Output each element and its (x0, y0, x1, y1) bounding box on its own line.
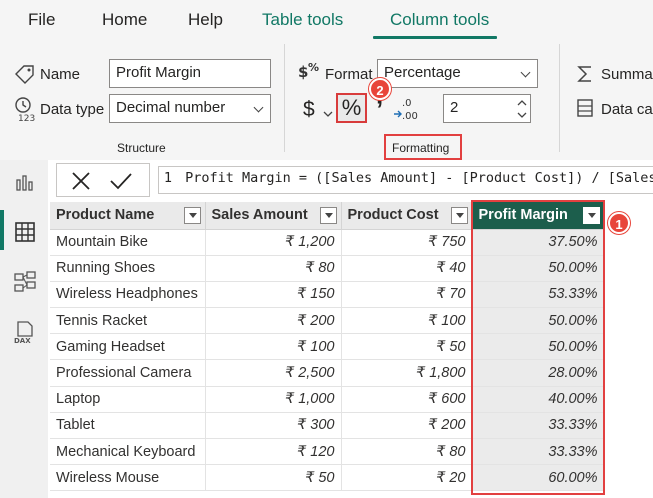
table-cell[interactable]: Gaming Headset (50, 333, 206, 361)
table-cell[interactable]: ₹ 200 (205, 307, 342, 335)
tab-home[interactable]: Home (102, 10, 147, 30)
name-label: Name (40, 66, 81, 83)
table-cell[interactable]: ₹ 80 (341, 438, 473, 466)
format-icon: $ % (298, 61, 319, 81)
active-view-indicator (0, 210, 4, 250)
column-highlight-box (471, 200, 605, 495)
formula-actions (56, 163, 150, 197)
filter-dropdown-icon[interactable] (183, 207, 201, 224)
filter-dropdown-icon[interactable] (319, 207, 337, 224)
decrease-decimal-icon[interactable]: .0 .00 (392, 95, 420, 123)
table-cell[interactable]: ₹ 80 (205, 255, 342, 282)
table-cell[interactable]: Laptop (50, 386, 206, 413)
data-category-icon (577, 99, 593, 117)
structure-group-label: Structure (117, 141, 166, 155)
table-cell[interactable]: ₹ 300 (205, 412, 342, 440)
chevron-down-icon[interactable] (323, 110, 333, 118)
percent-button[interactable]: % (336, 93, 367, 123)
summarization-label[interactable]: Summar (601, 66, 653, 83)
currency-button[interactable]: $ (303, 98, 315, 122)
tab-table-tools[interactable]: Table tools (262, 10, 343, 30)
commit-formula-icon[interactable] (109, 172, 133, 190)
svg-text:123: 123 (18, 114, 35, 122)
table-cell[interactable]: Wireless Mouse (50, 464, 206, 492)
svg-text:.0: .0 (402, 98, 412, 109)
data-type-select[interactable]: Decimal number (109, 94, 271, 123)
ribbon-separator (284, 44, 285, 152)
table-cell[interactable]: Wireless Headphones (50, 281, 206, 309)
data-type-label: Data type (40, 101, 105, 118)
table-cell[interactable]: ₹ 200 (341, 412, 473, 440)
table-cell[interactable]: Mechanical Keyboard (50, 438, 206, 466)
formula-line-number: 1 (163, 170, 173, 186)
column-header-sales-amount[interactable]: Sales Amount (205, 202, 342, 230)
table-cell[interactable]: ₹ 50 (205, 464, 342, 492)
table-cell[interactable]: ₹ 70 (341, 281, 473, 309)
svg-text:$: $ (298, 63, 308, 81)
column-header-product-name[interactable]: Product Name (50, 202, 206, 230)
ribbon-separator (559, 44, 560, 152)
svg-text:%: % (308, 61, 319, 74)
format-label: Format (325, 66, 373, 83)
table-cell[interactable]: ₹ 40 (341, 255, 473, 282)
table-cell[interactable]: ₹ 1,800 (341, 359, 473, 387)
tag-icon (15, 65, 34, 84)
annotation-badge-2: 2 (369, 78, 391, 100)
table-cell[interactable]: Professional Camera (50, 359, 206, 387)
table-cell[interactable]: Mountain Bike (50, 229, 206, 256)
filter-dropdown-icon[interactable] (450, 207, 468, 224)
dax-query-view-icon[interactable]: DAX (13, 320, 37, 344)
table-view-icon[interactable] (14, 221, 36, 243)
table-cell[interactable]: ₹ 1,000 (205, 386, 342, 413)
tab-help[interactable]: Help (188, 10, 223, 30)
cancel-formula-icon[interactable] (71, 172, 91, 190)
column-header-product-cost[interactable]: Product Cost (341, 202, 473, 230)
menu-bar: File Home Help Table tools Column tools (0, 0, 653, 40)
view-rail: DAX (0, 160, 48, 498)
sigma-icon (577, 66, 591, 82)
table-cell[interactable]: ₹ 750 (341, 229, 473, 256)
tab-file[interactable]: File (28, 10, 55, 30)
table-cell[interactable]: ₹ 100 (205, 333, 342, 361)
table-cell[interactable]: ₹ 50 (341, 333, 473, 361)
table-cell[interactable]: ₹ 150 (205, 281, 342, 309)
format-select[interactable]: Percentage (377, 59, 538, 88)
formula-expression[interactable]: Profit Margin = ([Sales Amount] - [Produ… (185, 170, 653, 186)
table-cell[interactable]: ₹ 1,200 (205, 229, 342, 256)
tab-column-tools[interactable]: Column tools (390, 10, 489, 30)
svg-text:.00: .00 (402, 111, 418, 122)
table-cell[interactable]: ₹ 20 (341, 464, 473, 492)
table-cell[interactable]: Running Shoes (50, 255, 206, 282)
table-cell[interactable]: ₹ 120 (205, 438, 342, 466)
svg-text:DAX: DAX (14, 337, 31, 344)
report-view-icon[interactable] (15, 172, 35, 192)
table-cell[interactable]: ₹ 100 (341, 307, 473, 335)
formula-editor[interactable]: 1 Profit Margin = ([Sales Amount] - [Pro… (158, 166, 653, 194)
spinner-arrows-icon[interactable] (516, 97, 528, 121)
table-cell[interactable]: Tablet (50, 412, 206, 440)
formatting-group-label: Formatting (392, 141, 450, 155)
annotation-badge-1: 1 (608, 212, 630, 234)
active-tab-indicator (373, 36, 497, 39)
table-cell[interactable]: ₹ 2,500 (205, 359, 342, 387)
data-category-label[interactable]: Data cat (601, 101, 653, 118)
ribbon: Name Profit Margin 123 Data type Decimal… (0, 40, 653, 160)
table-cell[interactable]: ₹ 600 (341, 386, 473, 413)
name-field[interactable]: Profit Margin (109, 59, 271, 88)
data-type-icon: 123 (15, 97, 35, 122)
table-cell[interactable]: Tennis Racket (50, 307, 206, 335)
model-view-icon[interactable] (13, 270, 37, 294)
